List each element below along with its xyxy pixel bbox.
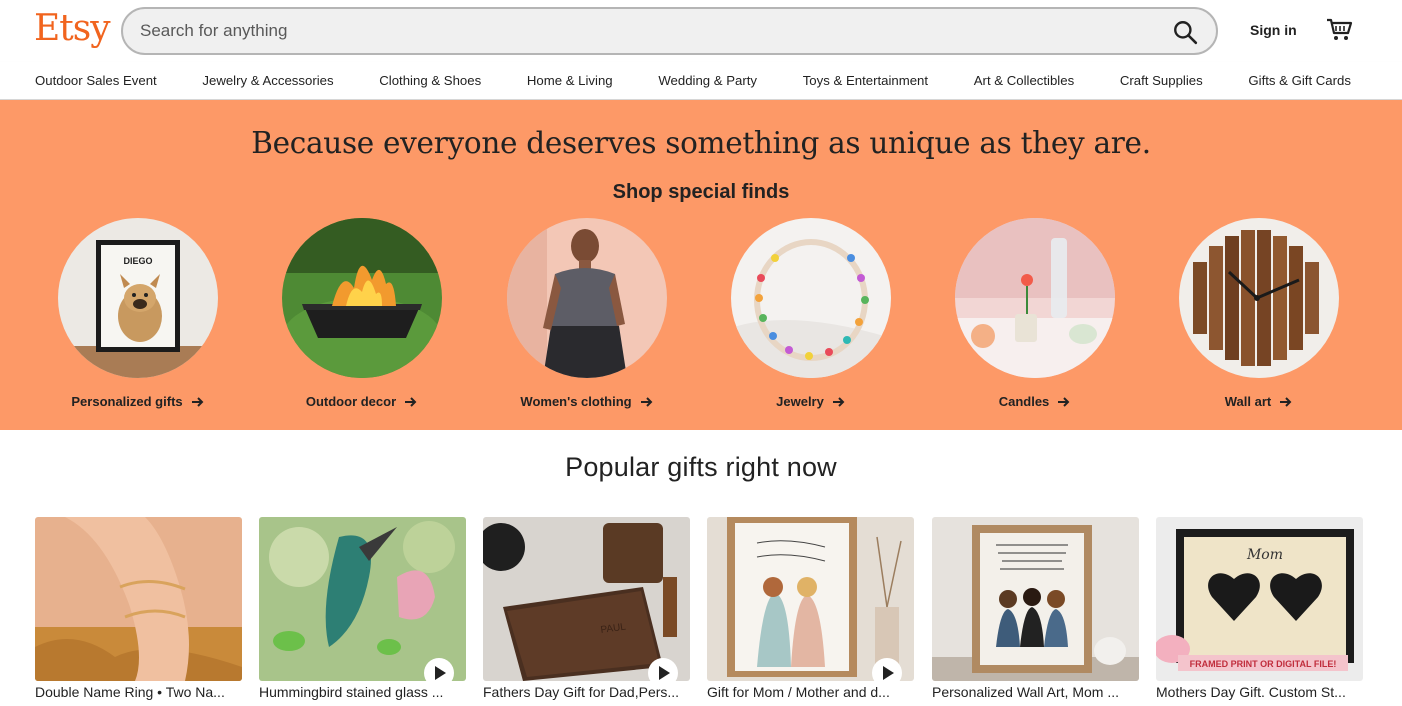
arrow-right-icon xyxy=(832,396,845,407)
product-title: Double Name Ring • Two Na... xyxy=(35,684,225,700)
play-icon[interactable] xyxy=(648,658,678,688)
play-icon[interactable] xyxy=(872,658,902,688)
category-outdoor-decor[interactable]: Outdoor decor xyxy=(250,218,474,409)
product-title: Personalized Wall Art, Mom ... xyxy=(932,684,1119,700)
nav-item-craft[interactable]: Craft Supplies xyxy=(1120,73,1203,88)
wall-art-image xyxy=(1179,218,1339,378)
cart-icon[interactable] xyxy=(1325,16,1353,44)
hero-subtitle: Shop special finds xyxy=(612,181,790,203)
category-label: Outdoor decor xyxy=(305,394,397,409)
category-wall-art[interactable]: Wall art xyxy=(1147,218,1371,409)
category-candles[interactable]: Candles xyxy=(923,218,1147,409)
arrow-right-icon xyxy=(191,396,204,407)
product-card[interactable]: Personalized Wall Art, Mom ... xyxy=(932,517,1139,700)
product-image xyxy=(259,517,466,681)
print-name-text: DIEGO xyxy=(123,256,152,266)
product-image xyxy=(932,517,1139,681)
product-card[interactable]: Hummingbird stained glass ... xyxy=(259,517,466,700)
site-header: Etsy Sign in xyxy=(0,0,1402,62)
category-label: Candles xyxy=(998,394,1050,409)
arrow-right-icon xyxy=(640,396,653,407)
category-label: Wall art xyxy=(1224,394,1272,409)
arrow-right-icon xyxy=(405,396,417,407)
product-card[interactable]: PAUL Fathers Day Gift for Dad,Pers... xyxy=(483,517,690,700)
nav-item-gifts[interactable]: Gifts & Gift Cards xyxy=(1248,73,1351,88)
nav-item-toys[interactable]: Toys & Entertainment xyxy=(803,73,928,88)
search-icon[interactable] xyxy=(1172,19,1198,45)
hero-banner: Because everyone deserves something as u… xyxy=(0,100,1402,430)
product-image xyxy=(707,517,914,681)
product-title: Mothers Day Gift. Custom St... xyxy=(1156,684,1346,700)
product-image: Mom FRAMED PRINT OR DIGITAL FILE! xyxy=(1156,517,1363,681)
nav-item-outdoor-sales[interactable]: Outdoor Sales Event xyxy=(35,73,157,88)
hero-title: Because everyone deserves something as u… xyxy=(251,126,1151,160)
etsy-logo[interactable]: Etsy xyxy=(34,8,111,49)
jewelry-image xyxy=(731,218,891,378)
candles-image xyxy=(955,218,1115,378)
personalized-gifts-image: DIEGO xyxy=(58,218,218,378)
category-nav: Outdoor Sales Event Jewelry & Accessorie… xyxy=(0,62,1402,100)
nav-item-wedding[interactable]: Wedding & Party xyxy=(658,73,757,88)
popular-section-title: Popular gifts right now xyxy=(565,452,837,482)
product-card[interactable]: Mom FRAMED PRINT OR DIGITAL FILE! Mother… xyxy=(1156,517,1363,700)
arrow-right-icon xyxy=(1280,396,1292,407)
product-card[interactable]: Gift for Mom / Mother and d... xyxy=(707,517,914,700)
category-jewelry[interactable]: Jewelry xyxy=(699,218,923,409)
nav-item-art[interactable]: Art & Collectibles xyxy=(974,73,1074,88)
nav-item-clothing[interactable]: Clothing & Shoes xyxy=(379,73,481,88)
product-image: PAUL xyxy=(483,517,690,681)
category-personalized-gifts[interactable]: DIEGO Personalized gifts xyxy=(26,218,250,409)
play-icon[interactable] xyxy=(424,658,454,688)
outdoor-decor-image xyxy=(282,218,442,378)
womens-clothing-image xyxy=(507,218,667,378)
category-label: Jewelry xyxy=(776,394,824,409)
mom-heading-text: Mom xyxy=(1246,547,1283,563)
arrow-right-icon xyxy=(1058,396,1070,407)
category-label: Women's clothing xyxy=(520,394,632,409)
search-bar xyxy=(121,7,1218,55)
sign-in-link[interactable]: Sign in xyxy=(1250,22,1297,38)
nav-item-home[interactable]: Home & Living xyxy=(527,73,613,88)
framed-print-banner: FRAMED PRINT OR DIGITAL FILE! xyxy=(1190,659,1337,669)
search-input[interactable] xyxy=(140,19,1140,43)
product-card[interactable]: Double Name Ring • Two Na... xyxy=(35,517,242,700)
category-womens-clothing[interactable]: Women's clothing xyxy=(475,218,699,409)
nav-item-jewelry[interactable]: Jewelry & Accessories xyxy=(202,73,333,88)
product-image xyxy=(35,517,242,681)
category-label: Personalized gifts xyxy=(71,394,183,409)
